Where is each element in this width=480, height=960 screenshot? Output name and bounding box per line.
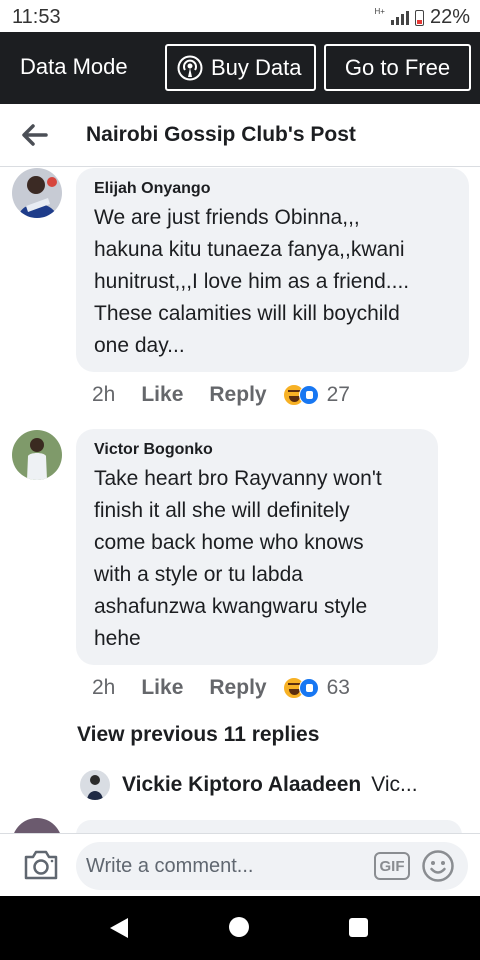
triangle-back-icon[interactable] — [109, 917, 129, 939]
smiley-icon[interactable] — [421, 849, 455, 883]
status-bar: 11:53 H+ 22% — [0, 0, 480, 32]
avatar — [80, 770, 110, 800]
broadcast-icon — [177, 55, 203, 80]
reply-preview[interactable]: Vickie Kiptoro Alaadeen Vic... — [80, 768, 460, 802]
avatar[interactable] — [12, 168, 62, 218]
reply-button[interactable]: Reply — [209, 383, 266, 407]
circle-home-icon[interactable] — [229, 917, 249, 937]
reply-snippet: Vic... — [371, 773, 418, 796]
data-mode-banner: Data Mode Buy Data Go to Free — [0, 32, 480, 104]
arrow-left-icon[interactable] — [18, 120, 50, 150]
like-button[interactable]: Like — [141, 676, 183, 700]
comment-time: 2h — [92, 676, 116, 699]
comment-actions: 2h Like Reply 27 — [92, 383, 350, 407]
battery-icon — [414, 9, 424, 26]
status-indicators: H+ 22% — [375, 6, 470, 29]
buy-data-label: Buy Data — [211, 54, 302, 80]
view-previous-replies-link[interactable]: View previous 11 replies — [77, 723, 319, 747]
like-reaction-icon — [298, 678, 319, 698]
comment-input[interactable] — [86, 842, 366, 890]
status-time: 11:53 — [12, 6, 61, 28]
comment-box: GIF — [76, 842, 468, 890]
comment-bubble[interactable]: Elijah Onyango We are just friends Obinn… — [76, 168, 469, 372]
network-type: H+ — [374, 7, 385, 16]
signal-icon — [390, 10, 409, 25]
like-button[interactable]: Like — [141, 383, 183, 407]
comment-author[interactable]: Victor Bogonko — [94, 441, 213, 459]
battery-level: 22% — [429, 6, 470, 28]
reaction-count[interactable]: 27 — [327, 383, 350, 407]
comment-time: 2h — [92, 383, 116, 406]
comment-composer: GIF — [0, 833, 480, 896]
comment-text: Take heart bro Rayvanny won't finish it … — [94, 467, 382, 650]
reply-author: Vickie Kiptoro Alaadeen — [122, 773, 362, 796]
go-to-free-label: Go to Free — [344, 54, 451, 80]
camera-icon[interactable] — [22, 848, 60, 882]
reaction-count[interactable]: 63 — [327, 676, 350, 700]
comment-text: We are just friends Obinna,,, hakuna kit… — [94, 206, 410, 357]
gif-button[interactable]: GIF — [374, 852, 410, 880]
buy-data-button[interactable]: Buy Data — [165, 44, 316, 91]
reply-button[interactable]: Reply — [209, 676, 266, 700]
comment-author[interactable]: Elijah Onyango — [94, 180, 210, 198]
reactions[interactable] — [282, 384, 319, 406]
post-header: Nairobi Gossip Club's Post — [0, 104, 480, 167]
square-recent-icon[interactable] — [349, 918, 368, 937]
system-nav-bar — [0, 896, 480, 960]
data-mode-label: Data Mode — [20, 54, 128, 79]
comment-actions: 2h Like Reply 63 — [92, 676, 350, 700]
avatar[interactable] — [12, 430, 62, 480]
page-title: Nairobi Gossip Club's Post — [86, 123, 356, 146]
comment-bubble[interactable]: Victor Bogonko Take heart bro Rayvanny w… — [76, 429, 438, 665]
like-reaction-icon — [298, 385, 319, 405]
go-to-free-button[interactable]: Go to Free — [324, 44, 471, 91]
reactions[interactable] — [282, 677, 319, 699]
